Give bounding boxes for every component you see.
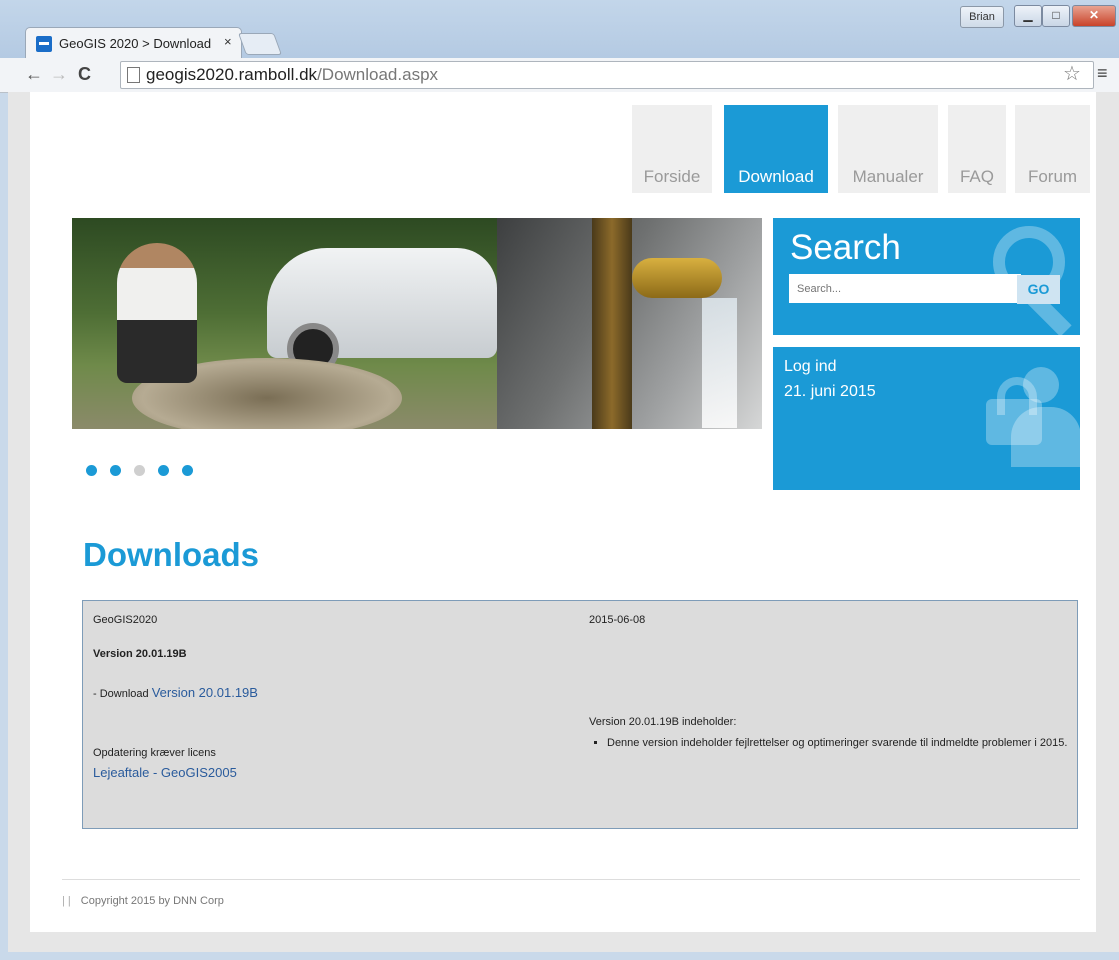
download-version-link[interactable]: Version 20.01.19B: [152, 685, 258, 700]
url-domain: geogis2020.ramboll.dk: [146, 65, 318, 84]
product-name: GeoGIS2020: [93, 614, 158, 626]
page-title: Downloads: [83, 536, 260, 573]
download-entry: GeoGIS2020 2015-06-08 Version 20.01.19B …: [82, 600, 1078, 829]
browser-window: GeoGIS 2020 > Download × Brian ▁ □ ✕ ← →…: [0, 0, 1119, 960]
slide-dot[interactable]: [134, 465, 145, 476]
list-item: Denne version indeholder fejlrettelser o…: [607, 735, 1077, 752]
back-arrow-icon[interactable]: ←: [25, 64, 43, 85]
url-text[interactable]: geogis2020.ramboll.dk/Download.aspx: [146, 65, 438, 85]
slide-dot[interactable]: [86, 465, 97, 476]
person-shape: [117, 243, 197, 383]
forward-arrow-icon[interactable]: →: [50, 64, 68, 85]
browser-toolbar: ← → C geogis2020.ramboll.dk/Download.asp…: [0, 58, 1119, 93]
nav-tab-label: FAQ: [959, 167, 994, 186]
user-icon-body: [1011, 407, 1080, 467]
page-viewport: Forside Download Manualer FAQ Forum Sear…: [8, 92, 1119, 952]
profile-button[interactable]: Brian: [960, 6, 1004, 28]
maximize-icon[interactable]: □: [1042, 5, 1070, 27]
tab-strip: GeoGIS 2020 > Download × Brian ▁ □ ✕: [0, 0, 1119, 62]
page-content: Forside Download Manualer FAQ Forum Sear…: [30, 92, 1096, 932]
pipe-shape: [592, 218, 632, 429]
download-prefix: - Download: [93, 688, 152, 700]
search-panel: Search GO: [773, 218, 1080, 335]
footer: | | Copyright 2015 by DNN Corp: [62, 895, 224, 907]
contains-label: Version 20.01.19B indeholder:: [589, 716, 737, 728]
banner-photo-field: [72, 218, 497, 429]
slide-dot[interactable]: [158, 465, 169, 476]
license-agreement-link[interactable]: Lejeaftale - GeoGIS2005: [93, 765, 237, 780]
login-panel[interactable]: Log ind 21. juni 2015: [773, 347, 1080, 490]
login-link[interactable]: Log ind: [784, 358, 837, 376]
tap-shape: [632, 258, 722, 298]
login-date: 21. juni 2015: [784, 383, 876, 400]
nav-tab-label: Manualer: [852, 167, 924, 186]
nav-tab-forside[interactable]: Forside: [632, 105, 712, 193]
changes-list: Denne version indeholder fejlrettelser o…: [589, 735, 1077, 752]
menu-icon[interactable]: ≡: [1097, 63, 1108, 84]
nav-tab-download[interactable]: Download: [724, 105, 828, 193]
footer-divider: [62, 879, 1080, 880]
tab-title: GeoGIS 2020 > Download: [59, 36, 212, 51]
nav-tab-manualer[interactable]: Manualer: [838, 105, 938, 193]
window-close-icon[interactable]: ✕: [1072, 5, 1116, 27]
copyright-text: Copyright 2015 by DNN Corp: [80, 895, 224, 907]
banner-slideshow[interactable]: [72, 218, 762, 429]
tab-close-icon[interactable]: ×: [224, 34, 232, 49]
new-tab-button[interactable]: [237, 33, 283, 55]
slide-dot[interactable]: [110, 465, 121, 476]
search-title: Search: [790, 228, 901, 267]
favicon-icon: [36, 36, 52, 52]
download-line: - Download Version 20.01.19B: [93, 685, 258, 700]
address-bar[interactable]: geogis2020.ramboll.dk/Download.aspx: [120, 61, 1094, 89]
page-icon: [127, 67, 140, 83]
nav-tab-label: Forside: [643, 167, 701, 186]
user-icon: [1023, 367, 1059, 403]
footer-links[interactable]: | |: [62, 895, 71, 907]
search-go-button[interactable]: GO: [1017, 275, 1060, 304]
slide-dot[interactable]: [182, 465, 193, 476]
water-shape: [702, 298, 737, 428]
minimize-icon[interactable]: ▁: [1014, 5, 1042, 27]
url-path: /Download.aspx: [317, 65, 439, 84]
release-date: 2015-06-08: [589, 614, 646, 626]
reload-icon[interactable]: C: [78, 64, 91, 85]
tab-active[interactable]: GeoGIS 2020 > Download ×: [25, 27, 242, 60]
version-heading: Version 20.01.19B: [93, 648, 187, 660]
nav-tab-faq[interactable]: FAQ: [948, 105, 1006, 193]
nav-tab-label: Forum: [1027, 167, 1078, 186]
bookmark-star-icon[interactable]: ☆: [1063, 61, 1081, 86]
search-input[interactable]: [789, 274, 1021, 303]
nav-tab-forum[interactable]: Forum: [1015, 105, 1090, 193]
license-note: Opdatering kræver licens: [93, 747, 216, 759]
nav-tab-label: Download: [738, 167, 814, 186]
